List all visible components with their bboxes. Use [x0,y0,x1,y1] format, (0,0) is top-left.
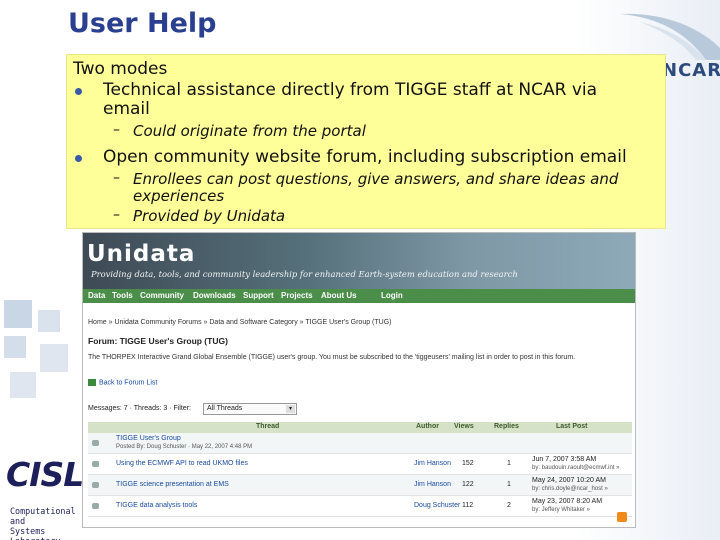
nav-support[interactable]: Support [243,291,274,300]
thread-icon [92,482,99,488]
sub-bullet-portal: Could originate from the portal [133,122,366,140]
back-link-label: Back to Forum List [99,379,158,387]
thread-author[interactable]: Jim Hanson [414,460,451,467]
forum-screenshot: Unidata Providing data, tools, and commu… [82,232,636,528]
bullet-technical-assistance: Technical assistance directly from TIGGE… [103,80,598,100]
dash: – [113,170,120,186]
table-row: TIGGE User's Group Posted By: Doug Schus… [88,433,632,454]
bullet-technical-assistance-cont: email [103,99,150,119]
cisl-logo-text: CISL [6,455,84,494]
thread-icon [92,461,99,467]
slide: User Help NCAR Two modes Technical assis… [0,0,720,540]
ncar-logo: NCAR [662,60,720,81]
nav-tools[interactable]: Tools [112,291,133,300]
unidata-title: Unidata [87,241,196,267]
cisl-subtitle: Computational and Systems Laboratory [10,506,86,540]
bullet-dot [75,155,82,162]
thread-author[interactable]: Jim Hanson [414,481,451,488]
thread-link[interactable]: TIGGE science presentation at EMS [116,481,229,488]
unidata-tagline: Providing data, tools, and community lea… [91,269,518,279]
thread-author[interactable]: Doug Schuster [414,502,460,509]
filter-value: All Threads [207,405,243,412]
col-last-post[interactable]: Last Post [556,423,588,430]
thread-views: 152 [462,460,474,467]
thread-last-post: Jun 7, 2007 3:58 AM [532,456,597,463]
modes-heading: Two modes [73,59,168,79]
pinned-thread-icon [92,440,99,446]
nav-data[interactable]: Data [88,291,105,300]
table-row: TIGGE data analysis tools Doug Schuster … [88,496,632,517]
cisl-logo: CISL Computational and Systems Laborator… [6,455,86,540]
thread-last-post-by[interactable]: by: baudouin.raoult@ecmwf.int » [532,465,619,471]
thread-replies: 1 [507,460,511,467]
back-to-forum-list-link[interactable]: Back to Forum List [88,379,157,386]
thread-last-post-by[interactable]: by: chris.doyle@ncar_host » [532,486,608,492]
thread-views: 122 [462,481,474,488]
table-row: TIGGE science presentation at EMS Jim Ha… [88,475,632,496]
col-replies[interactable]: Replies [494,423,519,430]
chevron-down-icon: ▾ [286,405,295,413]
slide-title: User Help [68,8,217,39]
decorative-squares [0,300,78,450]
thread-icon [92,503,99,509]
nav-login[interactable]: Login [381,291,403,300]
bullet-dot [75,88,82,95]
thread-last-post: May 23, 2007 8:20 AM [532,498,603,505]
thread-last-post-by[interactable]: by: Jeffery Whitaker » [532,507,590,513]
cisl-subtitle-line1: Computational and [10,506,76,526]
forum-description: The THORPEX Interactive Grand Global Ens… [88,354,576,361]
rss-icon[interactable] [617,512,627,522]
sub-bullet-enrollees-cont: experiences [133,187,225,205]
forum-title: Forum: TIGGE User's Group (TUG) [88,336,228,346]
col-thread[interactable]: Thread [256,423,279,430]
col-views[interactable]: Views [454,423,474,430]
nav-downloads[interactable]: Downloads [193,291,236,300]
nav-community[interactable]: Community [140,291,184,300]
thread-replies: 1 [507,481,511,488]
thread-link[interactable]: Using the ECMWF API to read UKMO files [116,460,248,467]
sub-bullet-unidata: Provided by Unidata [133,207,286,225]
bullet-community-forum: Open community website forum, including … [103,147,627,167]
table-row: Using the ECMWF API to read UKMO files J… [88,454,632,475]
unidata-banner: Unidata Providing data, tools, and commu… [83,233,635,289]
breadcrumb[interactable]: Home » Unidata Community Forums » Data a… [88,319,391,326]
nav-projects[interactable]: Projects [281,291,313,300]
messages-count: Messages: 7 · Threads: 3 · Filter: [88,405,191,412]
sub-bullet-enrollees: Enrollees can post questions, give answe… [133,170,619,188]
thread-views: 112 [462,502,474,509]
thread-sub: Posted By: Doug Schuster · May 22, 2007 … [116,444,253,450]
unidata-nav: Data Tools Community Downloads Support P… [83,289,635,303]
back-arrow-icon [88,379,96,386]
thread-replies: 2 [507,502,511,509]
dash: – [113,207,120,223]
content-box: Two modes Technical assistance directly … [66,54,666,229]
thread-last-post: May 24, 2007 10:20 AM [532,477,606,484]
dash: – [113,122,120,138]
thread-link[interactable]: TIGGE data analysis tools [116,502,197,509]
nav-about-us[interactable]: About Us [321,291,357,300]
cisl-subtitle-line2: Systems Laboratory [10,526,60,540]
thread-link[interactable]: TIGGE User's Group [116,435,181,442]
thread-table-header: Thread Author Views Replies Last Post [88,422,632,433]
col-author[interactable]: Author [416,423,439,430]
thread-filter-select[interactable]: All Threads ▾ [203,403,297,415]
